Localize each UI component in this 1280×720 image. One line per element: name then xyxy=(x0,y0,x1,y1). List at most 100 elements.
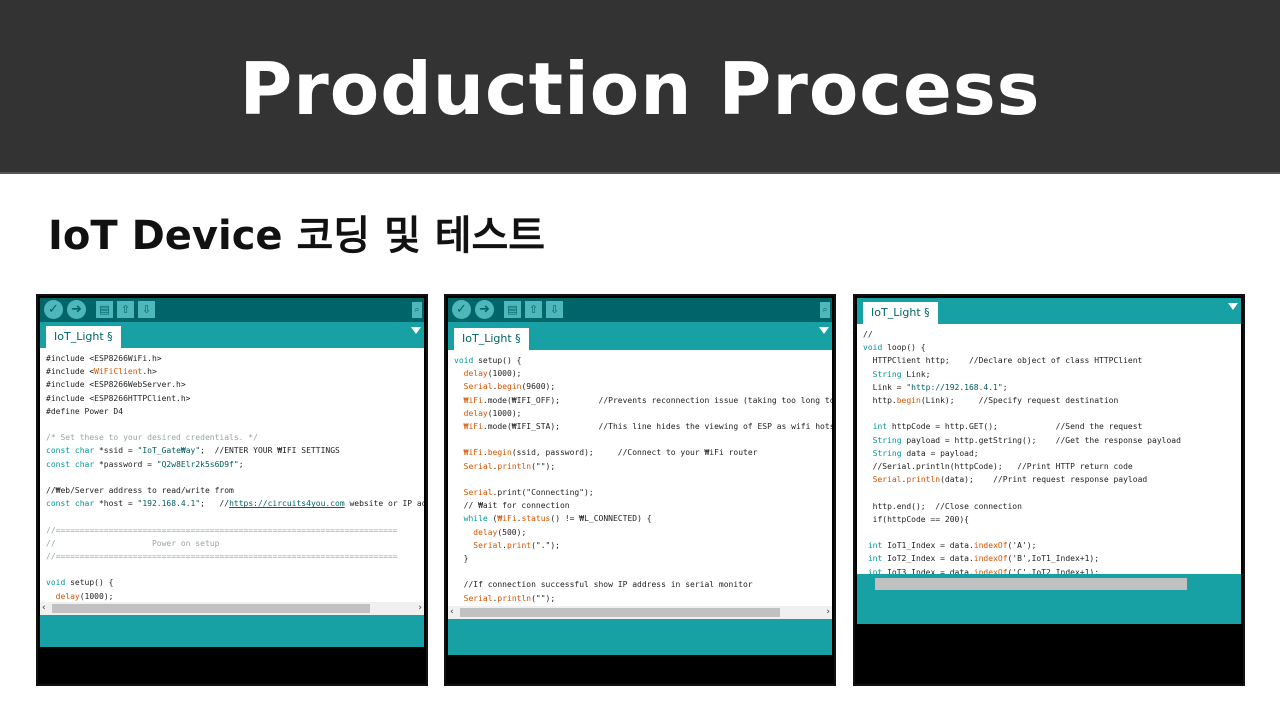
code-line[interactable]: int IoT2_Index = data.indexOf('B',IoT1_I… xyxy=(863,552,1099,565)
open-icon[interactable]: ⇧ xyxy=(117,301,134,318)
code-line[interactable]: int IoT3_Index = data.indexOf('C',IoT2_I… xyxy=(863,566,1099,574)
serial-monitor-icon[interactable]: ⌕ xyxy=(820,302,830,318)
scrollbar-thumb[interactable] xyxy=(875,578,1187,590)
code-line[interactable]: const char *host = "192.168.4.1"; //http… xyxy=(46,497,424,510)
code-line[interactable]: delay(1000); xyxy=(454,407,522,420)
code-line[interactable]: Serial.print("Connecting"); xyxy=(454,486,594,499)
code-line[interactable]: delay(500); xyxy=(454,526,526,539)
code-line[interactable]: // ₩ait for connection xyxy=(454,499,570,512)
tab-menu-icon[interactable] xyxy=(819,327,829,334)
code-editor[interactable]: // void loop() { HTTPClient http; //Decla… xyxy=(857,324,1241,574)
code-line[interactable]: Serial.println(data); //Print request re… xyxy=(863,473,1148,486)
new-icon[interactable]: ▤ xyxy=(96,301,113,318)
code-line[interactable]: const char *ssid = "IoT_Gate₩ay"; //ENTE… xyxy=(46,444,340,457)
scroll-right-icon[interactable]: › xyxy=(826,606,830,619)
tab-menu-icon[interactable] xyxy=(411,327,421,334)
save-icon[interactable]: ⇩ xyxy=(546,301,563,318)
code-line[interactable]: #include <ESP8266HTTPClient.h> xyxy=(46,392,191,405)
save-icon[interactable]: ⇩ xyxy=(138,301,155,318)
code-line[interactable]: //If connection successful show IP addre… xyxy=(454,578,753,591)
code-line[interactable]: http.end(); //Close connection xyxy=(863,500,1022,513)
code-token: ; // xyxy=(200,499,230,509)
verify-icon[interactable]: ✓ xyxy=(44,300,63,319)
code-line[interactable]: void setup() { xyxy=(454,354,521,367)
code-line[interactable]: #define Power D4 xyxy=(46,405,123,418)
horizontal-scrollbar[interactable]: ‹ › xyxy=(40,602,424,615)
new-icon[interactable]: ▤ xyxy=(504,301,521,318)
horizontal-scrollbar[interactable]: ‹ › xyxy=(448,606,832,619)
code-token: #include <ESP8266WiFi.h> xyxy=(46,354,162,363)
code-line[interactable]: http.begin(Link); //Specify request dest… xyxy=(863,394,1119,407)
scroll-left-icon[interactable]: ‹ xyxy=(450,606,454,619)
code-line[interactable]: //======================================… xyxy=(46,550,398,563)
code-line[interactable]: // xyxy=(863,328,873,341)
tab-menu-icon[interactable] xyxy=(1228,303,1238,310)
code-token: ₩iFi xyxy=(463,448,483,458)
code-token: Serial xyxy=(463,593,493,603)
code-line[interactable]: String Link; xyxy=(863,368,931,381)
code-token: setup() { xyxy=(65,578,114,588)
code-line[interactable]: String payload = http.getString(); //Get… xyxy=(863,434,1181,447)
code-token: ; //ENTER YOUR ₩IFI SETTINGS xyxy=(200,446,340,456)
code-line[interactable]: const char *password = "Q2w8Elr2k5s6D9f"… xyxy=(46,458,244,471)
code-token: println xyxy=(906,475,941,485)
code-line[interactable]: int IoT1_Index = data.indexOf('A'); xyxy=(863,539,1037,552)
code-line[interactable]: while (₩iFi.status() != ₩L_CONNECTED) { xyxy=(454,512,652,525)
code-line[interactable]: void setup() { xyxy=(46,576,113,589)
ide-toolbar: ✓ ➜ ▤ ⇧ ⇩ ⌕ xyxy=(448,298,832,322)
code-line[interactable]: Link = "http://192.168.4.1"; xyxy=(863,381,1008,394)
code-token: ₩iFi xyxy=(463,422,483,431)
code-line[interactable]: ₩iFi.mode(₩IFI_OFF); //Prevents reconnec… xyxy=(454,394,832,407)
code-token: http.end(); //Close connection xyxy=(863,501,1022,511)
code-token: (1000); xyxy=(79,591,114,601)
code-token: IoT2_Index = data. xyxy=(882,554,974,564)
code-line[interactable]: } xyxy=(454,552,469,565)
verify-icon[interactable]: ✓ xyxy=(452,300,471,319)
code-line[interactable]: Serial.print("."); xyxy=(454,539,560,552)
code-line[interactable]: Serial.println(""); xyxy=(454,592,556,605)
code-token: delay xyxy=(473,527,498,537)
code-line[interactable]: delay(1000); xyxy=(46,590,114,602)
console-area xyxy=(857,624,1241,682)
code-token: Link; xyxy=(901,369,931,379)
code-line[interactable]: //Serial.println(httpCode); //Print HTTP… xyxy=(863,460,1133,473)
upload-icon[interactable]: ➜ xyxy=(67,300,86,319)
serial-monitor-icon[interactable]: ⌕ xyxy=(412,302,422,318)
code-line[interactable]: Serial.println(""); xyxy=(454,460,556,473)
code-line[interactable]: int httpCode = http.GET(); //Send the re… xyxy=(863,420,1143,433)
scroll-left-icon[interactable]: ‹ xyxy=(42,602,46,615)
code-line[interactable]: #include <ESP8266WiFi.h> xyxy=(46,352,162,365)
code-line[interactable]: ₩iFi.begin(ssid, password); //Connect to… xyxy=(454,446,758,459)
code-line[interactable]: // Power on setup xyxy=(46,537,219,550)
open-icon[interactable]: ⇧ xyxy=(525,301,542,318)
scrollbar-thumb[interactable] xyxy=(460,608,780,617)
code-line[interactable]: #include <WiFiClient.h> xyxy=(46,365,157,378)
code-line[interactable]: //₩eb/Server address to read/write from xyxy=(46,484,234,497)
code-token: const char xyxy=(46,446,95,456)
code-editor[interactable]: void setup() { delay(1000); Serial.begin… xyxy=(448,350,832,606)
tab-iot-light[interactable]: IoT_Light § xyxy=(454,328,529,350)
tab-iot-light[interactable]: IoT_Light § xyxy=(46,326,121,348)
scroll-right-icon[interactable]: › xyxy=(418,602,422,615)
code-token: //======================================… xyxy=(46,552,398,561)
tab-iot-light[interactable]: IoT_Light § xyxy=(863,302,938,324)
code-line[interactable]: //======================================… xyxy=(46,524,398,537)
code-line[interactable]: #include <ESP8266WebServer.h> xyxy=(46,378,186,391)
upload-icon[interactable]: ➜ xyxy=(475,300,494,319)
code-line[interactable]: Serial.begin(9600); xyxy=(454,380,556,393)
scrollbar-thumb[interactable] xyxy=(52,604,370,613)
code-line[interactable]: HTTPClient http; //Declare object of cla… xyxy=(863,354,1143,367)
code-line[interactable]: delay(1000); xyxy=(454,367,522,380)
code-line[interactable]: void loop() { xyxy=(863,341,926,354)
code-token: int xyxy=(867,554,883,564)
code-line[interactable]: /* Set these to your desired credentials… xyxy=(46,431,258,444)
code-line[interactable]: if(httpCode == 200){ xyxy=(863,513,969,526)
horizontal-scrollbar[interactable] xyxy=(857,574,1241,594)
code-line[interactable]: ₩iFi.mode(₩IFI_STA); //This line hides t… xyxy=(454,420,832,433)
code-line[interactable]: String data = payload; xyxy=(863,447,979,460)
code-editor[interactable]: #include <ESP8266WiFi.h> #include <WiFiCl… xyxy=(40,348,424,602)
